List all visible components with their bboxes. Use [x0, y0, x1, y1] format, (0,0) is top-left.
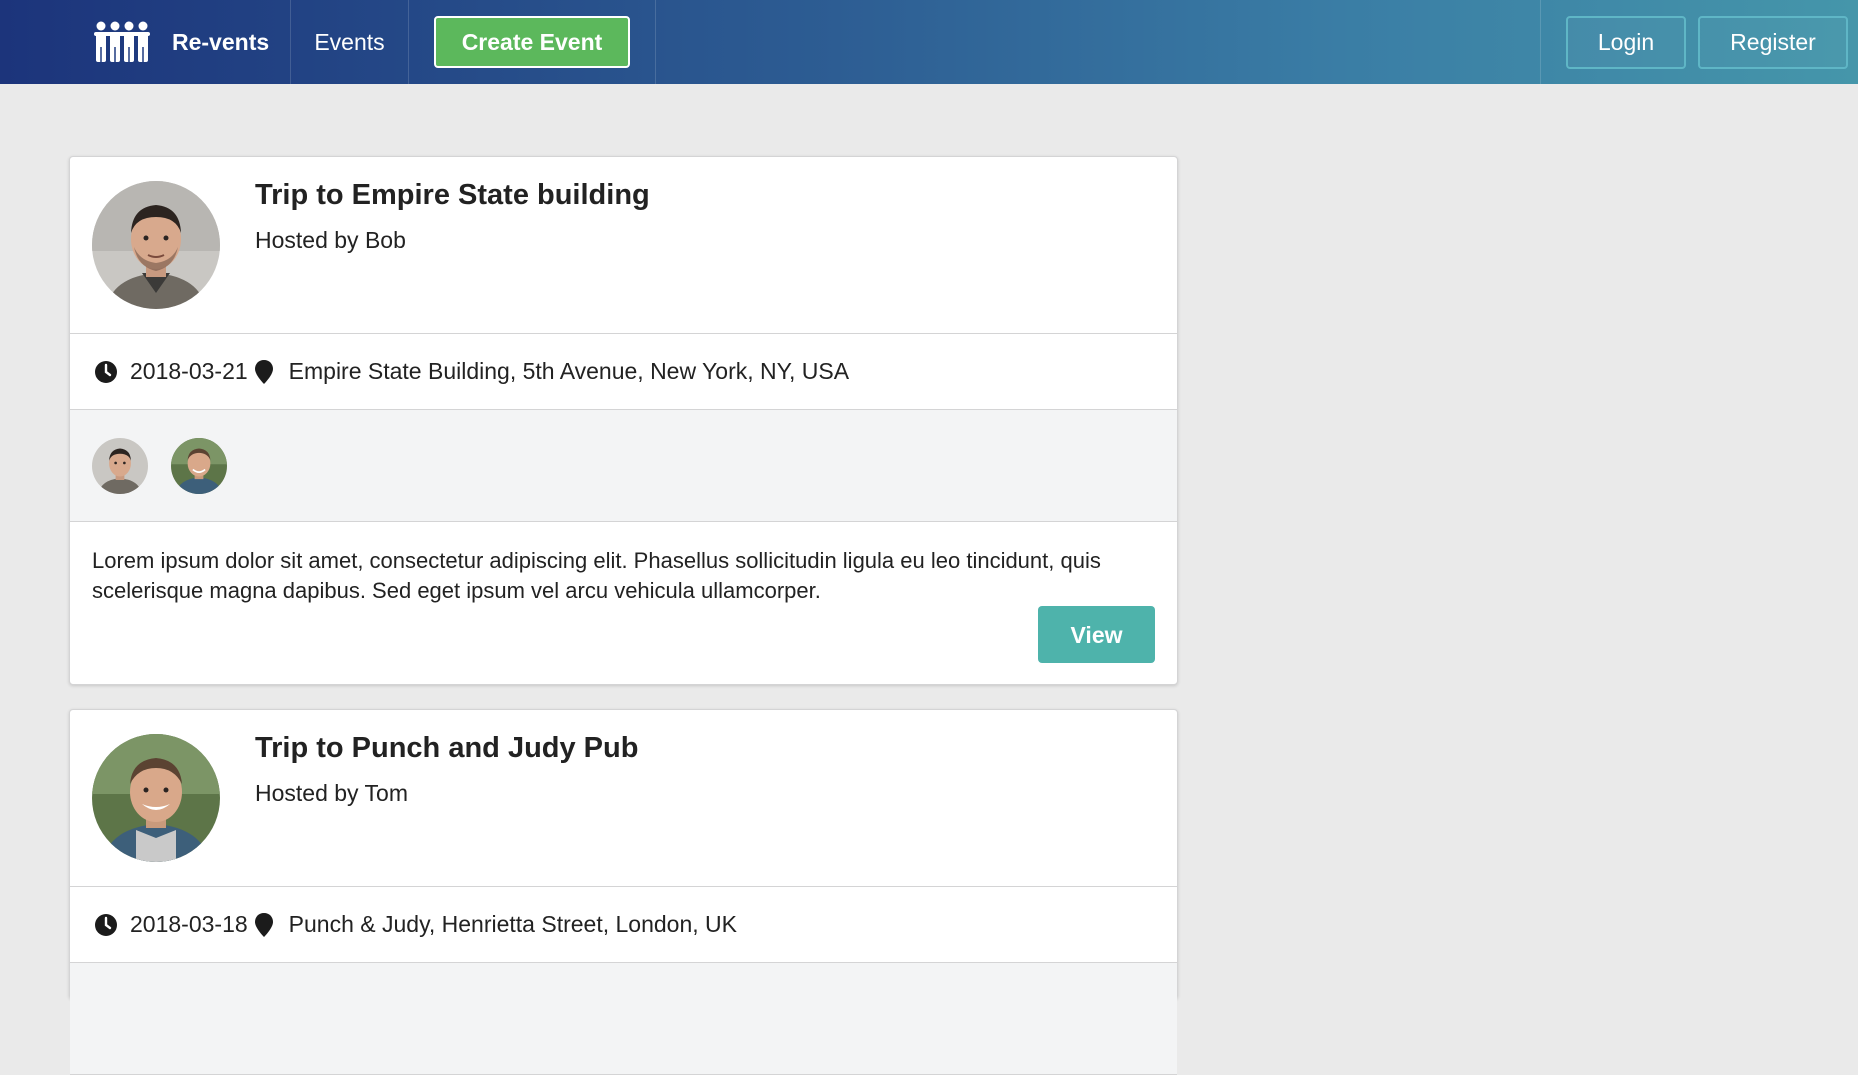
clock-icon: [94, 913, 118, 937]
event-host: Hosted by Tom: [255, 780, 408, 806]
event-header: Trip to Punch and Judy Pub Hosted by Tom: [70, 710, 1177, 887]
attendee-avatar[interactable]: [171, 437, 227, 494]
create-event-button[interactable]: Create Event: [434, 16, 630, 68]
event-date: 2018-03-21: [130, 358, 248, 384]
event-card: Trip to Empire State building Hosted by …: [69, 156, 1178, 685]
create-event-container: Create Event: [409, 0, 656, 84]
event-venue: Empire State Building, 5th Avenue, New Y…: [288, 358, 850, 384]
host-avatar[interactable]: [92, 734, 220, 862]
login-button[interactable]: Login: [1566, 15, 1686, 69]
event-description: Lorem ipsum dolor sit amet, consectetur …: [70, 522, 1177, 685]
event-date: 2018-03-18: [130, 911, 248, 937]
register-button[interactable]: Register: [1698, 15, 1848, 69]
event-host: Hosted by Bob: [255, 227, 406, 253]
attendee-list: [70, 963, 1177, 1075]
view-button[interactable]: View: [1038, 606, 1155, 663]
brand-link[interactable]: Re-vents: [0, 0, 291, 84]
event-title[interactable]: Trip to Punch and Judy Pub: [255, 732, 638, 765]
people-group-icon: [94, 21, 150, 63]
event-header: Trip to Empire State building Hosted by …: [70, 157, 1177, 334]
event-card: Trip to Punch and Judy Pub Hosted by Tom…: [69, 709, 1178, 1075]
auth-buttons: Login Register: [1540, 0, 1858, 84]
nav-events-link[interactable]: Events: [291, 0, 409, 84]
map-marker-icon: [254, 359, 274, 384]
event-title[interactable]: Trip to Empire State building: [255, 179, 650, 212]
attendee-list: [70, 410, 1177, 522]
map-marker-icon: [254, 912, 274, 937]
event-venue: Punch & Judy, Henrietta Street, London, …: [288, 911, 737, 937]
brand-name: Re-vents: [172, 28, 270, 55]
nav-events-label: Events: [314, 28, 385, 55]
description-text: Lorem ipsum dolor sit amet, consectetur …: [92, 548, 1101, 603]
attendee-avatar[interactable]: [92, 437, 148, 494]
clock-icon: [94, 360, 118, 384]
event-info: 2018-03-21 Empire State Building, 5th Av…: [70, 334, 1177, 410]
event-info: 2018-03-18 Punch & Judy, Henrietta Stree…: [70, 887, 1177, 963]
host-avatar[interactable]: [92, 181, 220, 309]
top-navbar: Re-vents Events Create Event Login Regis…: [0, 0, 1858, 84]
